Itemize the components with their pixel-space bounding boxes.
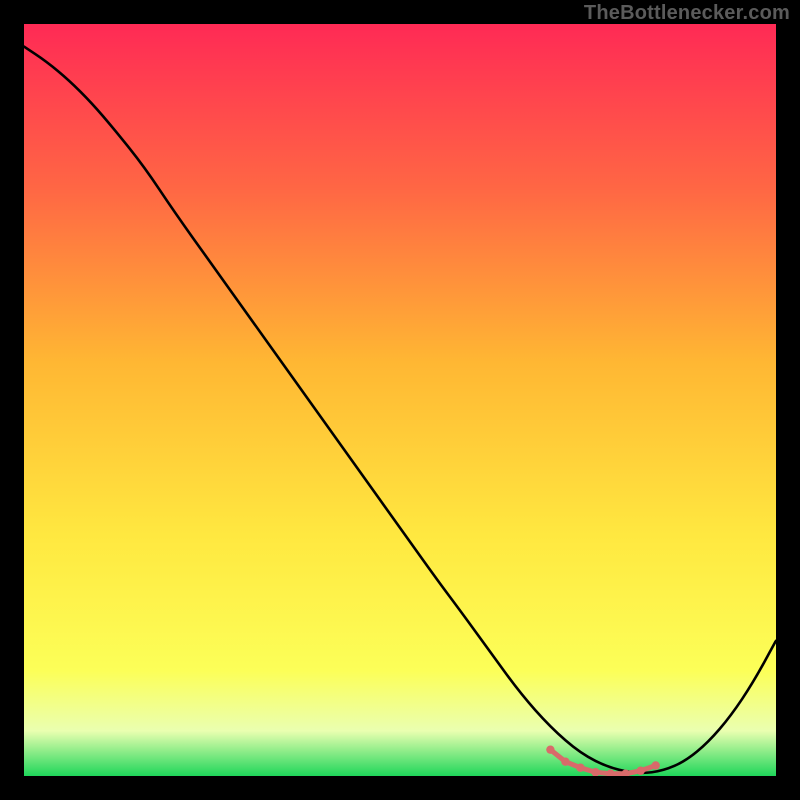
optimal-zone-point bbox=[576, 764, 584, 772]
watermark-text: TheBottlenecker.com bbox=[584, 2, 790, 25]
gradient-background bbox=[24, 24, 776, 776]
optimal-zone-point bbox=[546, 745, 554, 753]
plot-area bbox=[24, 24, 776, 776]
optimal-zone-point bbox=[561, 758, 569, 766]
chart-frame: TheBottlenecker.com bbox=[0, 0, 800, 800]
optimal-zone-point bbox=[651, 761, 659, 769]
chart-svg bbox=[24, 24, 776, 776]
optimal-zone-point bbox=[636, 767, 644, 775]
